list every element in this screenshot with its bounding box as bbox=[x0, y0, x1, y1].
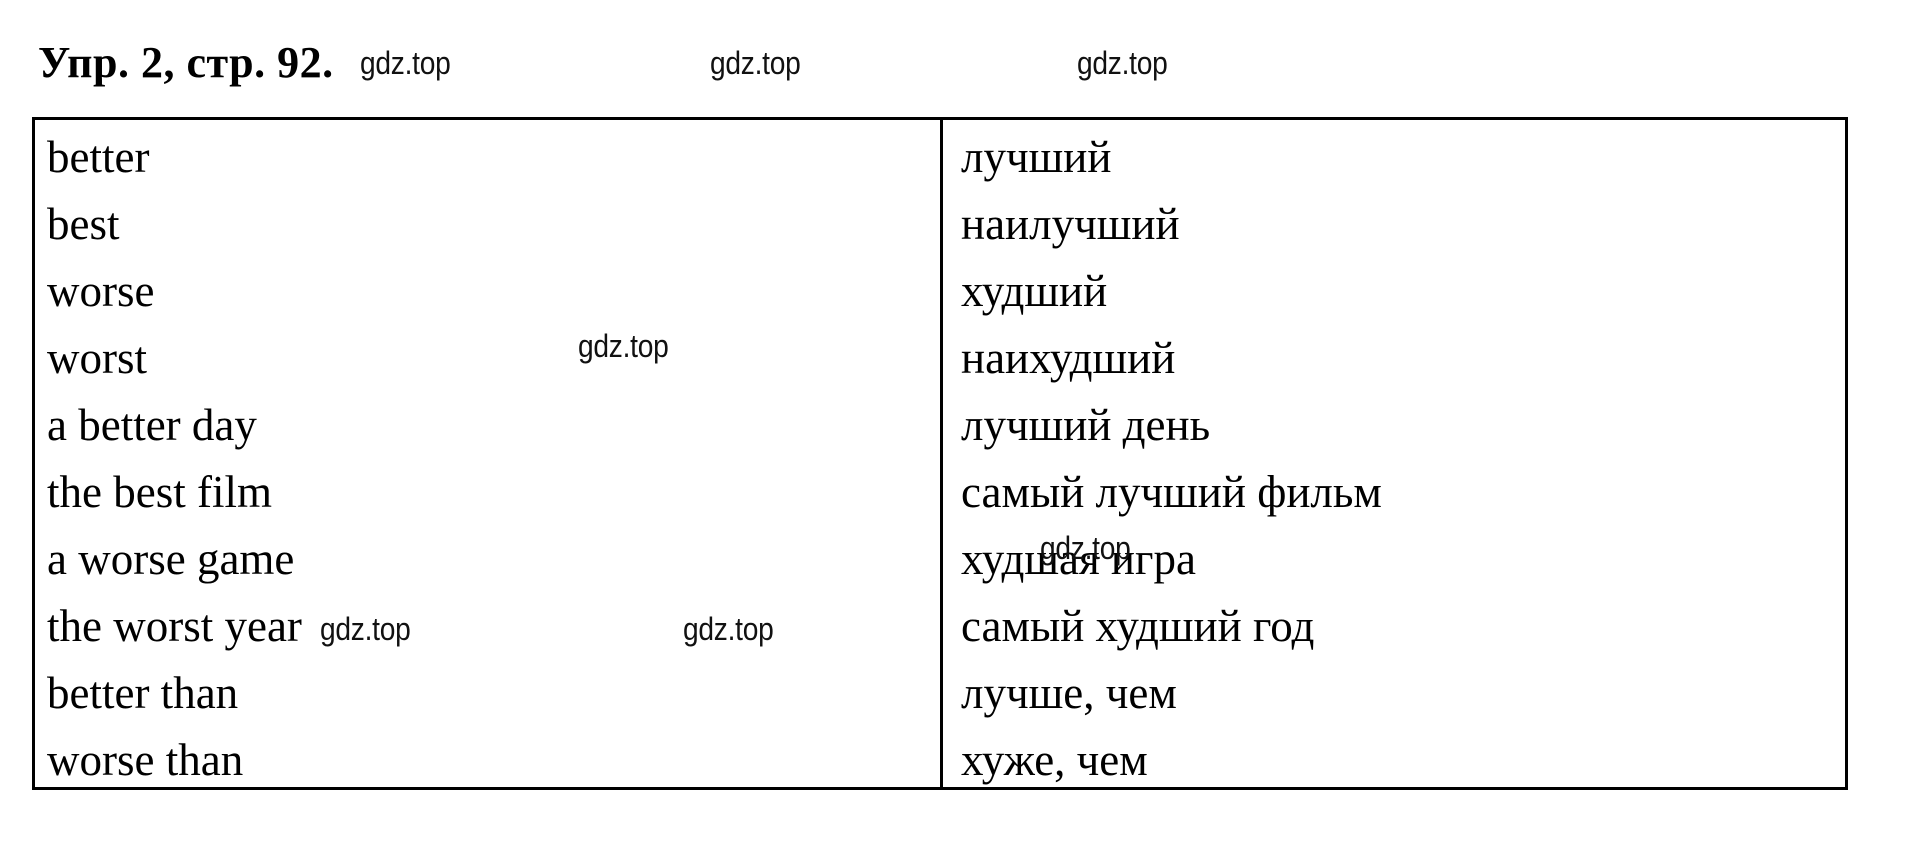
watermark: gdz.top bbox=[578, 328, 669, 364]
table-cell-russian: самый худший год bbox=[961, 601, 1315, 651]
table-cell-english: better bbox=[47, 132, 150, 182]
table-cell-english: best bbox=[47, 199, 120, 249]
table-column-russian: лучший наилучший худший наихудший лучший… bbox=[943, 120, 1848, 787]
table-column-english: better best worse worst a better day the… bbox=[35, 120, 940, 787]
table-cell-russian: лучший день bbox=[961, 400, 1211, 450]
watermark: gdz.top bbox=[710, 45, 801, 81]
table-cell-english: the best film bbox=[47, 467, 272, 517]
table-cell-english: a better day bbox=[47, 400, 257, 450]
table-cell-russian: лучше, чем bbox=[961, 668, 1177, 718]
table-cell-english: a worse game bbox=[47, 534, 295, 584]
watermark: gdz.top bbox=[360, 45, 451, 81]
table-cell-english: worst bbox=[47, 333, 147, 383]
page-title: Упр. 2, стр. 92. bbox=[38, 38, 334, 87]
watermark: gdz.top bbox=[320, 611, 411, 647]
table-cell-russian: лучший bbox=[961, 132, 1112, 182]
table-cell-english: better than bbox=[47, 668, 239, 718]
table-cell-russian: хуже, чем bbox=[961, 735, 1148, 785]
table-cell-russian: наилучший bbox=[961, 199, 1180, 249]
table-cell-english: worse than bbox=[47, 735, 244, 785]
table-cell-russian: наихудший bbox=[961, 333, 1176, 383]
table-cell-english: worse bbox=[47, 266, 155, 316]
watermark: gdz.top bbox=[1077, 45, 1168, 81]
table-cell-english: the worst year bbox=[47, 601, 302, 651]
table-cell-russian: самый лучший фильм bbox=[961, 467, 1382, 517]
watermark: gdz.top bbox=[1040, 530, 1131, 566]
table-cell-russian: худший bbox=[961, 266, 1108, 316]
watermark: gdz.top bbox=[683, 611, 774, 647]
vocabulary-table: better best worse worst a better day the… bbox=[32, 117, 1848, 790]
